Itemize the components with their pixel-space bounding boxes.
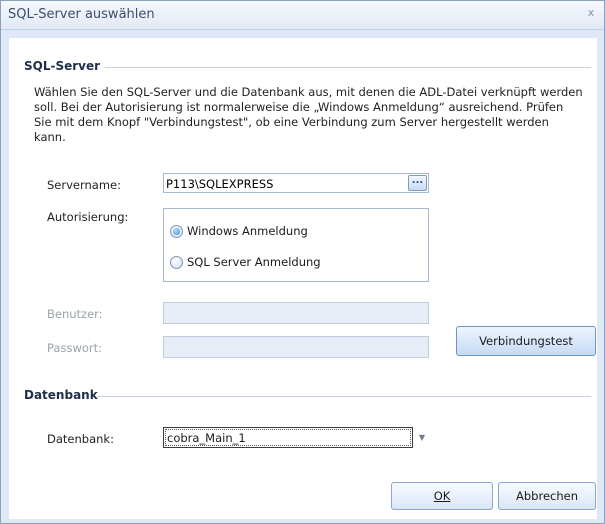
user-label: Benutzer: <box>47 307 103 321</box>
dialog-window: SQL-Server auswählen x SQL-Server Wählen… <box>0 0 605 524</box>
servername-value: P113\SQLEXPRESS <box>166 177 274 191</box>
cancel-button[interactable]: Abbrechen <box>498 482 596 510</box>
radio-windows-label: Windows Anmeldung <box>187 224 308 238</box>
section-divider <box>105 67 591 68</box>
auth-label: Autorisierung: <box>47 210 129 224</box>
section-divider <box>97 396 591 397</box>
database-label: Datenbank: <box>47 432 114 446</box>
window-title: SQL-Server auswählen <box>8 7 155 22</box>
user-field[interactable] <box>163 302 429 324</box>
database-select[interactable]: cobra_Main_1 ▼ <box>163 427 429 448</box>
description-text: Wählen Sie den SQL-Server und die Datenb… <box>34 85 583 144</box>
section-title-sql-server: SQL-Server <box>24 59 101 73</box>
chevron-down-icon[interactable]: ▼ <box>415 427 429 448</box>
dialog-body: SQL-Server Wählen Sie den SQL-Server und… <box>9 38 597 519</box>
radio-checked-icon[interactable] <box>170 225 183 238</box>
radio-sql-label: SQL Server Anmeldung <box>187 255 321 269</box>
servername-field[interactable]: P113\SQLEXPRESS <box>163 173 429 193</box>
section-title-database: Datenbank <box>24 388 98 402</box>
auth-option-box: Windows Anmeldung SQL Server Anmeldung <box>163 208 429 282</box>
title-bar[interactable]: SQL-Server auswählen x <box>1 1 604 30</box>
radio-unchecked-icon[interactable] <box>170 256 183 269</box>
ok-button-label: OK <box>433 489 451 503</box>
database-select-field[interactable]: cobra_Main_1 <box>163 427 413 448</box>
cancel-button-label: Abbrechen <box>516 489 578 503</box>
servername-label: Servername: <box>47 178 121 192</box>
password-field[interactable] <box>163 336 429 358</box>
ok-button[interactable]: OK <box>391 482 493 510</box>
browse-server-button[interactable]: ... <box>408 175 427 191</box>
password-label: Passwort: <box>47 341 103 355</box>
close-icon[interactable]: x <box>584 6 598 20</box>
connection-test-button[interactable]: Verbindungstest <box>456 326 596 356</box>
